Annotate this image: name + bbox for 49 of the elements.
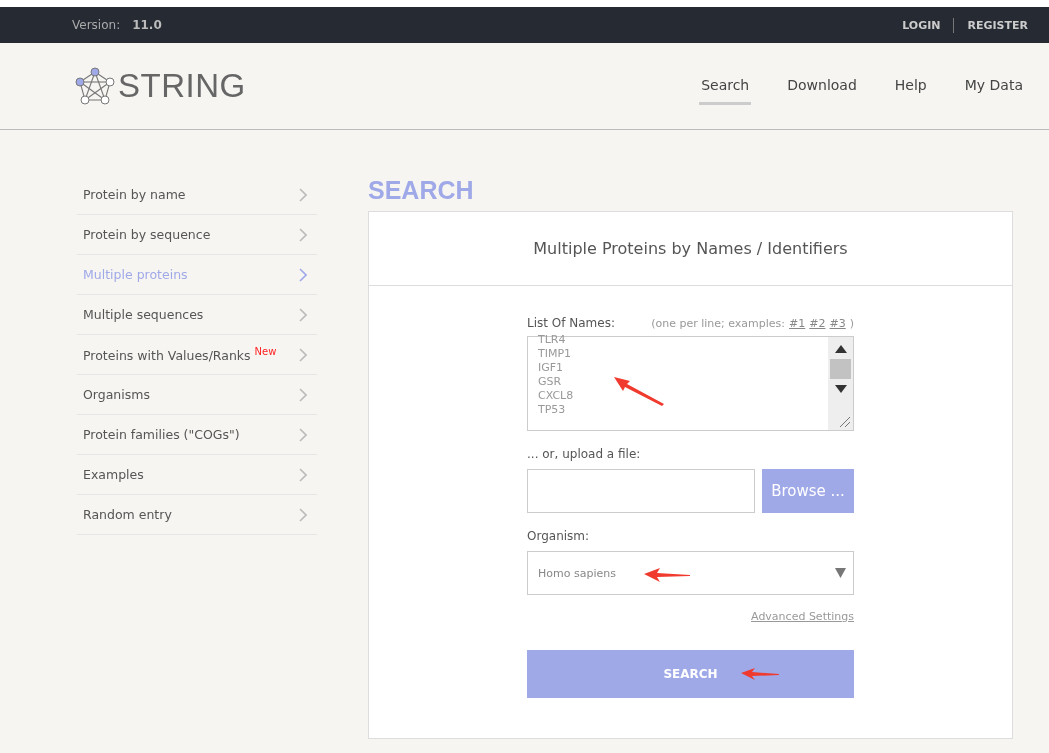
chevron-right-icon: [299, 427, 307, 442]
chevron-right-icon: [299, 227, 307, 242]
sidebar-item[interactable]: Multiple sequences: [77, 295, 317, 335]
chevron-right-icon: [299, 307, 307, 322]
chevron-right-icon: [299, 187, 307, 202]
annotation-arrow-icon: [614, 377, 666, 407]
nav-tab[interactable]: Help: [892, 69, 929, 105]
network-logo-icon: [75, 67, 115, 105]
chevron-right-icon: [299, 467, 307, 482]
sidebar-item[interactable]: Random entry: [77, 495, 317, 535]
sidebar-item[interactable]: Examples: [77, 455, 317, 495]
version-number: 11.0: [132, 18, 162, 32]
file-input-field[interactable]: [527, 469, 755, 513]
field-label: ... or, upload a file:: [527, 447, 642, 461]
nav-tab[interactable]: Download: [785, 69, 859, 105]
account-link[interactable]: LOGIN: [902, 18, 941, 32]
chevron-right-icon: [299, 507, 307, 522]
new-label: New: [254, 345, 277, 357]
chevron-right-icon: [299, 267, 307, 282]
scroll-down-icon[interactable]: [834, 385, 847, 393]
resize-grip-icon[interactable]: [839, 416, 851, 428]
nav-tab[interactable]: Search: [699, 69, 752, 105]
sidebar-item[interactable]: Organisms: [77, 375, 317, 415]
organism-dropdown[interactable]: Homo sapiens: [527, 551, 854, 595]
dropdown-caret-icon: [835, 568, 846, 578]
annotation-arrow-icon: [644, 568, 690, 582]
sidebar-item[interactable]: Protein by sequence: [77, 215, 317, 255]
nav-tab[interactable]: My Data: [962, 69, 1025, 105]
hint-paren: ): [849, 317, 854, 330]
example-link[interactable]: #3: [829, 317, 846, 330]
version-label: Version:: [72, 18, 121, 32]
scroll-up-icon[interactable]: [834, 345, 847, 353]
sidebar-item[interactable]: Proteins with Values/Ranks $^{New}$: [77, 335, 317, 375]
sidebar-item[interactable]: Protein families ("COGs"): [77, 415, 317, 455]
field-label: List Of Names:: [527, 316, 615, 330]
page-title: SEARCH: [368, 175, 475, 205]
chevron-right-icon: [299, 347, 307, 362]
annotation-arrow-icon: [741, 668, 779, 680]
logo-text: STRING: [118, 67, 246, 105]
account-link[interactable]: REGISTER: [967, 18, 1028, 32]
chevron-right-icon: [299, 387, 307, 402]
example-link[interactable]: #1: [789, 317, 806, 330]
example-link[interactable]: #2: [809, 317, 826, 330]
sidebar-item[interactable]: Protein by name: [77, 175, 317, 215]
scroll-thumb[interactable]: [830, 359, 851, 379]
scrollbar[interactable]: [828, 337, 853, 430]
card-title: Multiple Proteins by Names / Identifiers: [533, 239, 848, 258]
field-label: Organism:: [527, 529, 591, 543]
examples-hint: (one per line; examples:: [651, 317, 786, 330]
